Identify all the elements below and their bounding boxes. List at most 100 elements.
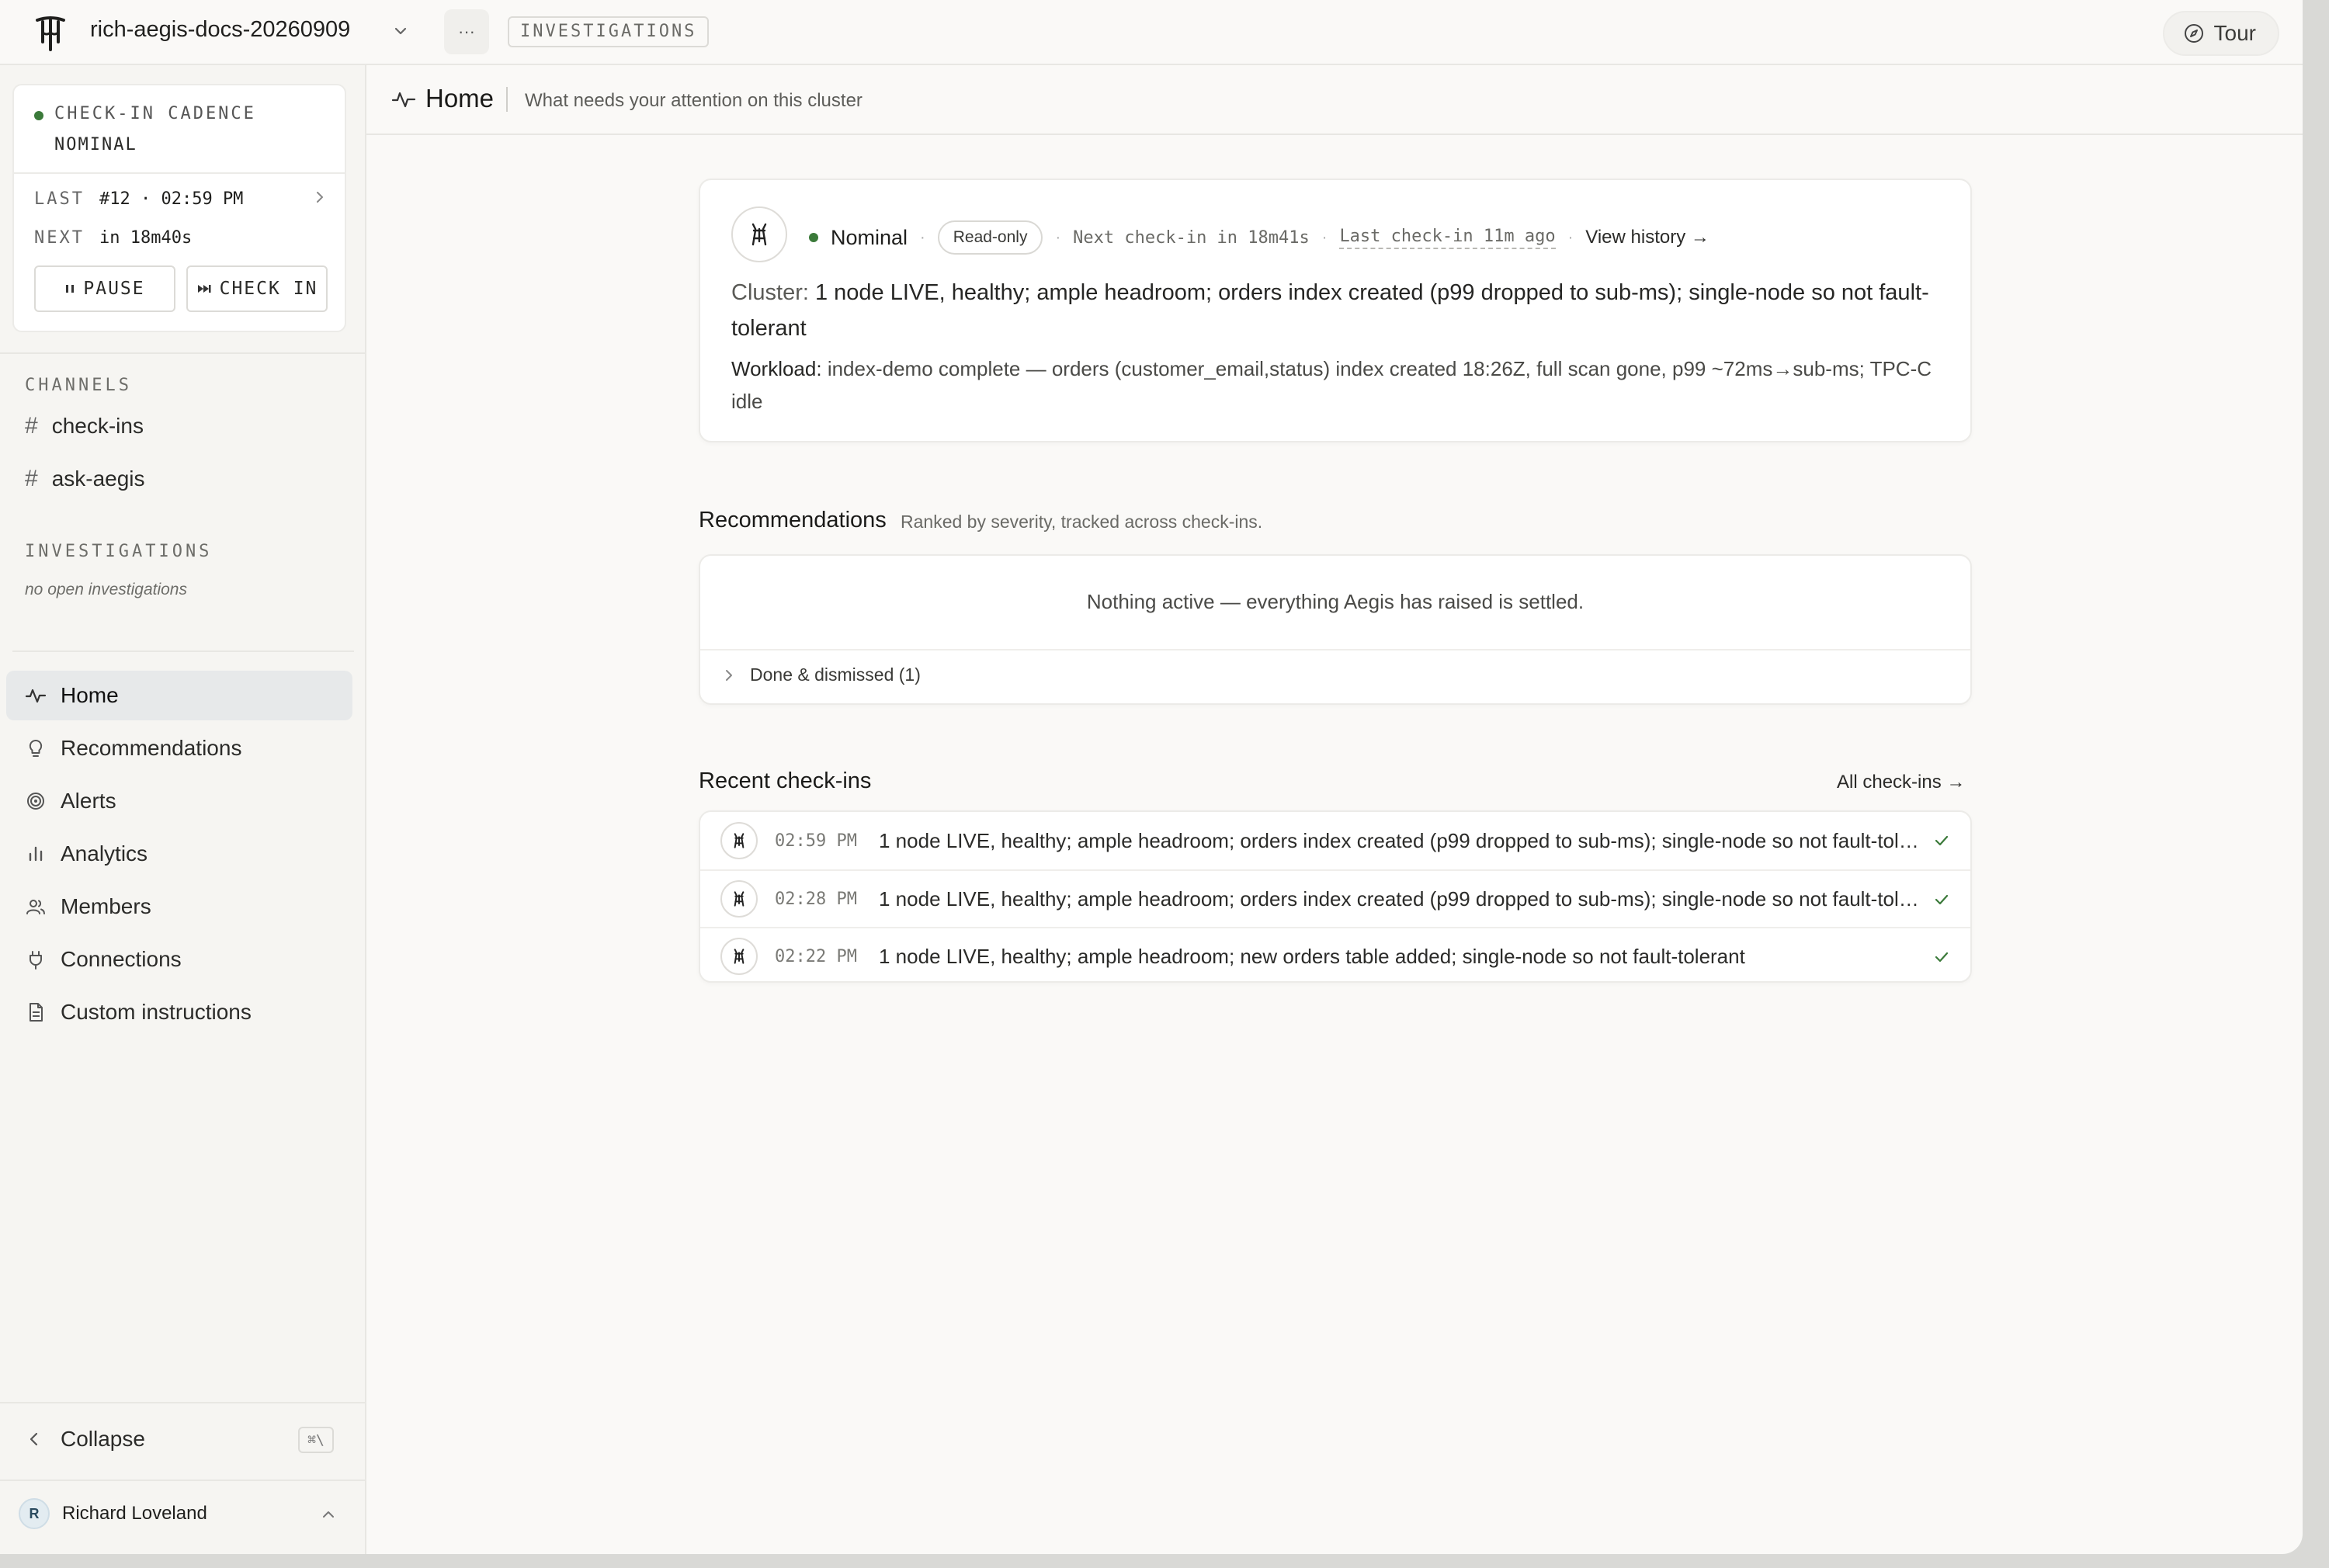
breadcrumb-investigations[interactable]: INVESTIGATIONS [508,16,710,47]
nav-label: Members [61,894,151,918]
cluster-label: Cluster: [731,280,809,305]
aegis-bot-icon [720,938,758,975]
channel-check-ins[interactable]: # check-ins [25,413,144,439]
nav-custom-instructions[interactable]: Custom instructions [6,987,352,1037]
recommendations-subtitle: Ranked by severity, tracked across check… [901,512,1263,532]
user-menu[interactable]: R Richard Loveland [19,1498,207,1529]
all-checkins-link[interactable]: All check-ins → [1837,772,1965,793]
check-icon [1935,952,1949,963]
cluster-summary-text: 1 node LIVE, healthy; ample headroom; or… [731,280,1929,341]
recommendations-card: Nothing active — everything Aegis has ra… [699,554,1972,705]
pause-button[interactable]: PAUSE [34,265,175,312]
chevron-down-icon[interactable] [391,22,410,40]
lightbulb-icon [29,739,43,757]
check-icon [1935,835,1949,846]
nav-label: Connections [61,947,182,971]
channel-label: check-ins [51,414,144,438]
next-value: in 18m40s [99,228,193,248]
divider [506,87,508,112]
recommendations-empty-text: Nothing active — everything Aegis has ra… [1086,590,1584,613]
activity-icon [25,689,47,703]
avatar: R [19,1498,50,1529]
last-label: LAST [34,189,85,209]
separator-dot: · [1321,228,1328,246]
collapse-button[interactable]: Collapse [25,1427,145,1452]
cluster-summary: Cluster: 1 node LIVE, healthy; ample hea… [731,275,1942,346]
workload-summary: Workload: index-demo complete — orders (… [731,352,1942,418]
hash-icon: # [25,466,38,491]
done-dismissed-toggle[interactable]: Done & dismissed (1) [722,664,921,685]
last-checkin-text[interactable]: Last check-in 11m ago [1339,227,1556,249]
page-subtitle: What needs your attention on this cluste… [525,90,863,111]
channels-heading: CHANNELS [25,376,132,395]
no-investigations-text: no open investigations [25,581,187,598]
tour-button[interactable]: Tour [2162,11,2279,56]
target-icon [27,793,44,810]
cluster-status-card: Nominal · Read-only · Next check-in in 1… [699,179,1972,442]
document-icon [30,1003,43,1022]
checkin-cadence-panel: CHECK-IN CADENCE NOMINAL LAST #12 · 02:59… [12,84,346,332]
aegis-bot-icon [731,206,787,262]
pause-label: PAUSE [83,279,145,299]
nav-home[interactable]: Home [6,671,352,720]
aegis-logo-icon[interactable] [31,14,70,53]
list-item[interactable]: 02:22 PM 1 node LIVE, healthy; ample hea… [700,927,1970,984]
page-header: Home What needs your attention on this c… [366,65,2303,135]
nav-connections[interactable]: Connections [6,935,352,984]
top-bar: rich-aegis-docs-20260909 ··· INVESTIGATI… [0,0,2303,65]
read-only-badge: Read-only [937,220,1043,255]
nav-label: Custom instructions [61,1000,252,1024]
check-icon [1935,894,1949,905]
nav-alerts[interactable]: Alerts [6,776,352,826]
chevron-right-icon [726,669,732,681]
divider [0,1402,365,1403]
cadence-title: CHECK-IN CADENCE [54,104,256,123]
page-title: Home [425,84,495,113]
cluster-selector[interactable]: rich-aegis-docs-20260909 [90,17,350,43]
user-name: Richard Loveland [62,1503,207,1524]
status-dot [34,111,43,120]
nav-label: Recommendations [61,736,242,760]
divider [0,352,365,354]
app-window: rich-aegis-docs-20260909 ··· INVESTIGATI… [0,0,2303,1554]
last-value: #12 · 02:59 PM [99,189,244,209]
hash-icon: # [25,413,38,439]
collapse-shortcut: ⌘\ [298,1427,334,1453]
more-button[interactable]: ··· [444,9,489,54]
nav-recommendations[interactable]: Recommendations [6,723,352,773]
aegis-bot-icon [720,822,758,859]
nav-label: Alerts [61,789,116,813]
recent-checkins-list: 02:59 PM 1 node LIVE, healthy; ample hea… [699,810,1972,983]
last-checkin-row[interactable]: LAST #12 · 02:59 PM [34,189,243,209]
separator-dot: · [1055,228,1061,246]
channel-ask-aegis[interactable]: # ask-aegis [25,466,145,492]
cadence-header: CHECK-IN CADENCE NOMINAL [14,85,345,174]
chevron-right-icon[interactable] [312,189,328,205]
separator-dot: · [920,228,925,246]
nav-analytics[interactable]: Analytics [6,829,352,879]
next-checkin-row: NEXT in 18m40s [34,228,192,248]
checkin-summary: 1 node LIVE, healthy; ample headroom; ne… [879,944,1745,968]
list-item[interactable]: 02:59 PM 1 node LIVE, healthy; ample hea… [700,812,1970,869]
users-icon [26,900,45,914]
checkin-time: 02:59 PM [775,831,857,851]
pause-icon [66,285,75,293]
investigations-heading: INVESTIGATIONS [25,542,213,561]
aegis-bot-icon [720,880,758,918]
view-history-link[interactable]: View history → [1585,227,1709,248]
status-dot [809,233,818,242]
nav-label: Analytics [61,841,148,866]
nav-members[interactable]: Members [6,882,352,931]
separator-dot: · [1567,228,1574,246]
workload-summary-text: index-demo complete — orders (customer_e… [731,357,1932,413]
status-nominal: Nominal [831,225,908,249]
channel-label: ask-aegis [51,467,145,491]
divider [700,649,1970,650]
chevron-left-icon [30,1432,38,1446]
recent-checkins-title: Recent check-ins [699,768,872,793]
chevron-up-icon[interactable] [320,1506,337,1523]
check-in-button[interactable]: CHECK IN [186,265,328,312]
skip-forward-icon [197,285,211,293]
divider [12,650,354,652]
list-item[interactable]: 02:28 PM 1 node LIVE, healthy; ample hea… [700,869,1970,927]
